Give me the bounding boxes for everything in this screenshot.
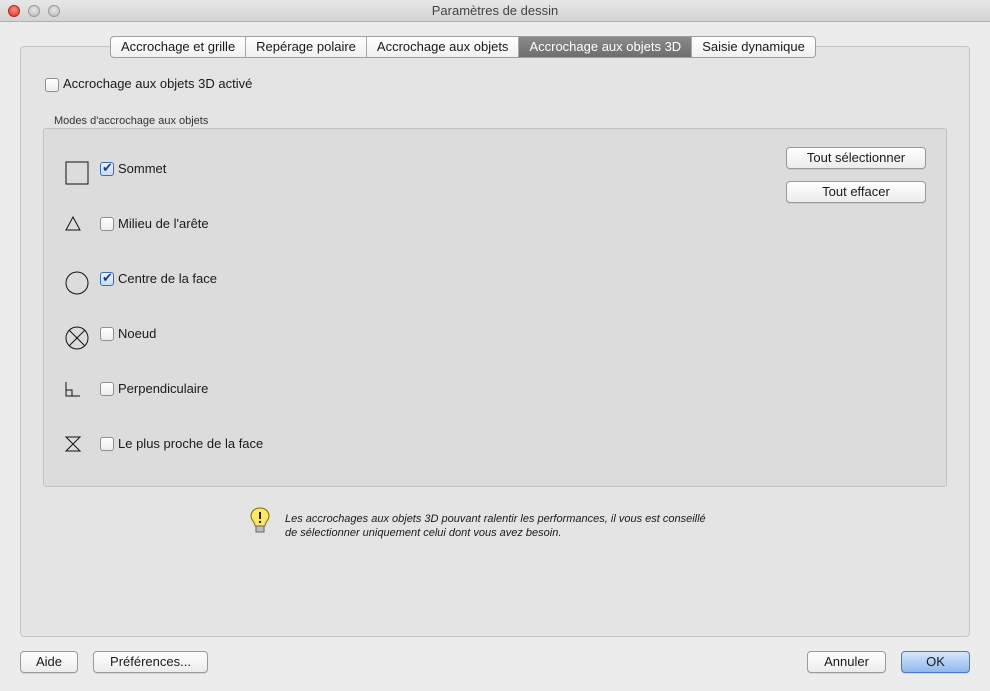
- enable-3d-snap-checkbox[interactable]: [45, 78, 59, 92]
- drawing-settings-dialog: Paramètres de dessin Accrochage et grill…: [0, 0, 990, 691]
- hint-line-2: de sélectionner uniquement celui dont vo…: [285, 527, 562, 539]
- perpendicular-marker-icon: [65, 382, 80, 397]
- face-center-label: Centre de la face: [118, 271, 218, 286]
- node-label: Noeud: [118, 326, 157, 341]
- lightbulb-icon: [250, 507, 270, 533]
- title-bar: Paramètres de dessin: [0, 0, 990, 22]
- nearest-to-face-checkbox[interactable]: [100, 437, 114, 451]
- perpendicular-label: Perpendiculaire: [118, 381, 209, 396]
- tab-3d-object-snap[interactable]: Accrochage aux objets 3D: [519, 37, 693, 57]
- nearest-to-face-label: Le plus proche de la face: [118, 436, 264, 451]
- face-center-checkbox[interactable]: [100, 270, 114, 286]
- node-checkbox[interactable]: [100, 327, 114, 341]
- edge-midpoint-checkbox[interactable]: [100, 217, 114, 231]
- tab-snap-and-grid[interactable]: Accrochage et grille: [111, 37, 247, 57]
- window-title: Paramètres de dessin: [431, 3, 559, 18]
- clear-all-button[interactable]: Tout effacer: [786, 181, 926, 203]
- vertex-label: Sommet: [118, 161, 167, 176]
- cancel-button[interactable]: Annuler: [807, 651, 886, 673]
- performance-hint: Les accrochages aux objets 3D pouvant ra…: [285, 512, 706, 540]
- help-button[interactable]: Aide: [20, 651, 78, 673]
- select-all-button[interactable]: Tout sélectionner: [786, 147, 926, 169]
- ok-button[interactable]: OK: [901, 651, 970, 673]
- tab-bar: Accrochage et grille Repérage polaire Ac…: [110, 36, 816, 58]
- square-marker-icon: [65, 161, 89, 185]
- nearest-marker-icon: [64, 436, 82, 452]
- modes-group-title: Modes d'accrochage aux objets: [54, 115, 209, 127]
- enable-3d-snap-label: Accrochage aux objets 3D activé: [63, 76, 253, 91]
- vertex-checkbox[interactable]: [100, 160, 114, 176]
- edge-midpoint-label: Milieu de l'arête: [118, 216, 209, 231]
- circle-marker-icon: [65, 271, 89, 295]
- tab-polar-tracking[interactable]: Repérage polaire: [246, 37, 367, 57]
- perpendicular-checkbox[interactable]: [100, 382, 114, 396]
- triangle-marker-icon: [65, 215, 81, 231]
- tab-dynamic-input[interactable]: Saisie dynamique: [692, 37, 815, 57]
- hint-line-1: Les accrochages aux objets 3D pouvant ra…: [285, 513, 706, 525]
- node-marker-icon: [65, 326, 89, 350]
- preferences-button[interactable]: Préférences...: [93, 651, 208, 673]
- tab-object-snap[interactable]: Accrochage aux objets: [367, 37, 520, 57]
